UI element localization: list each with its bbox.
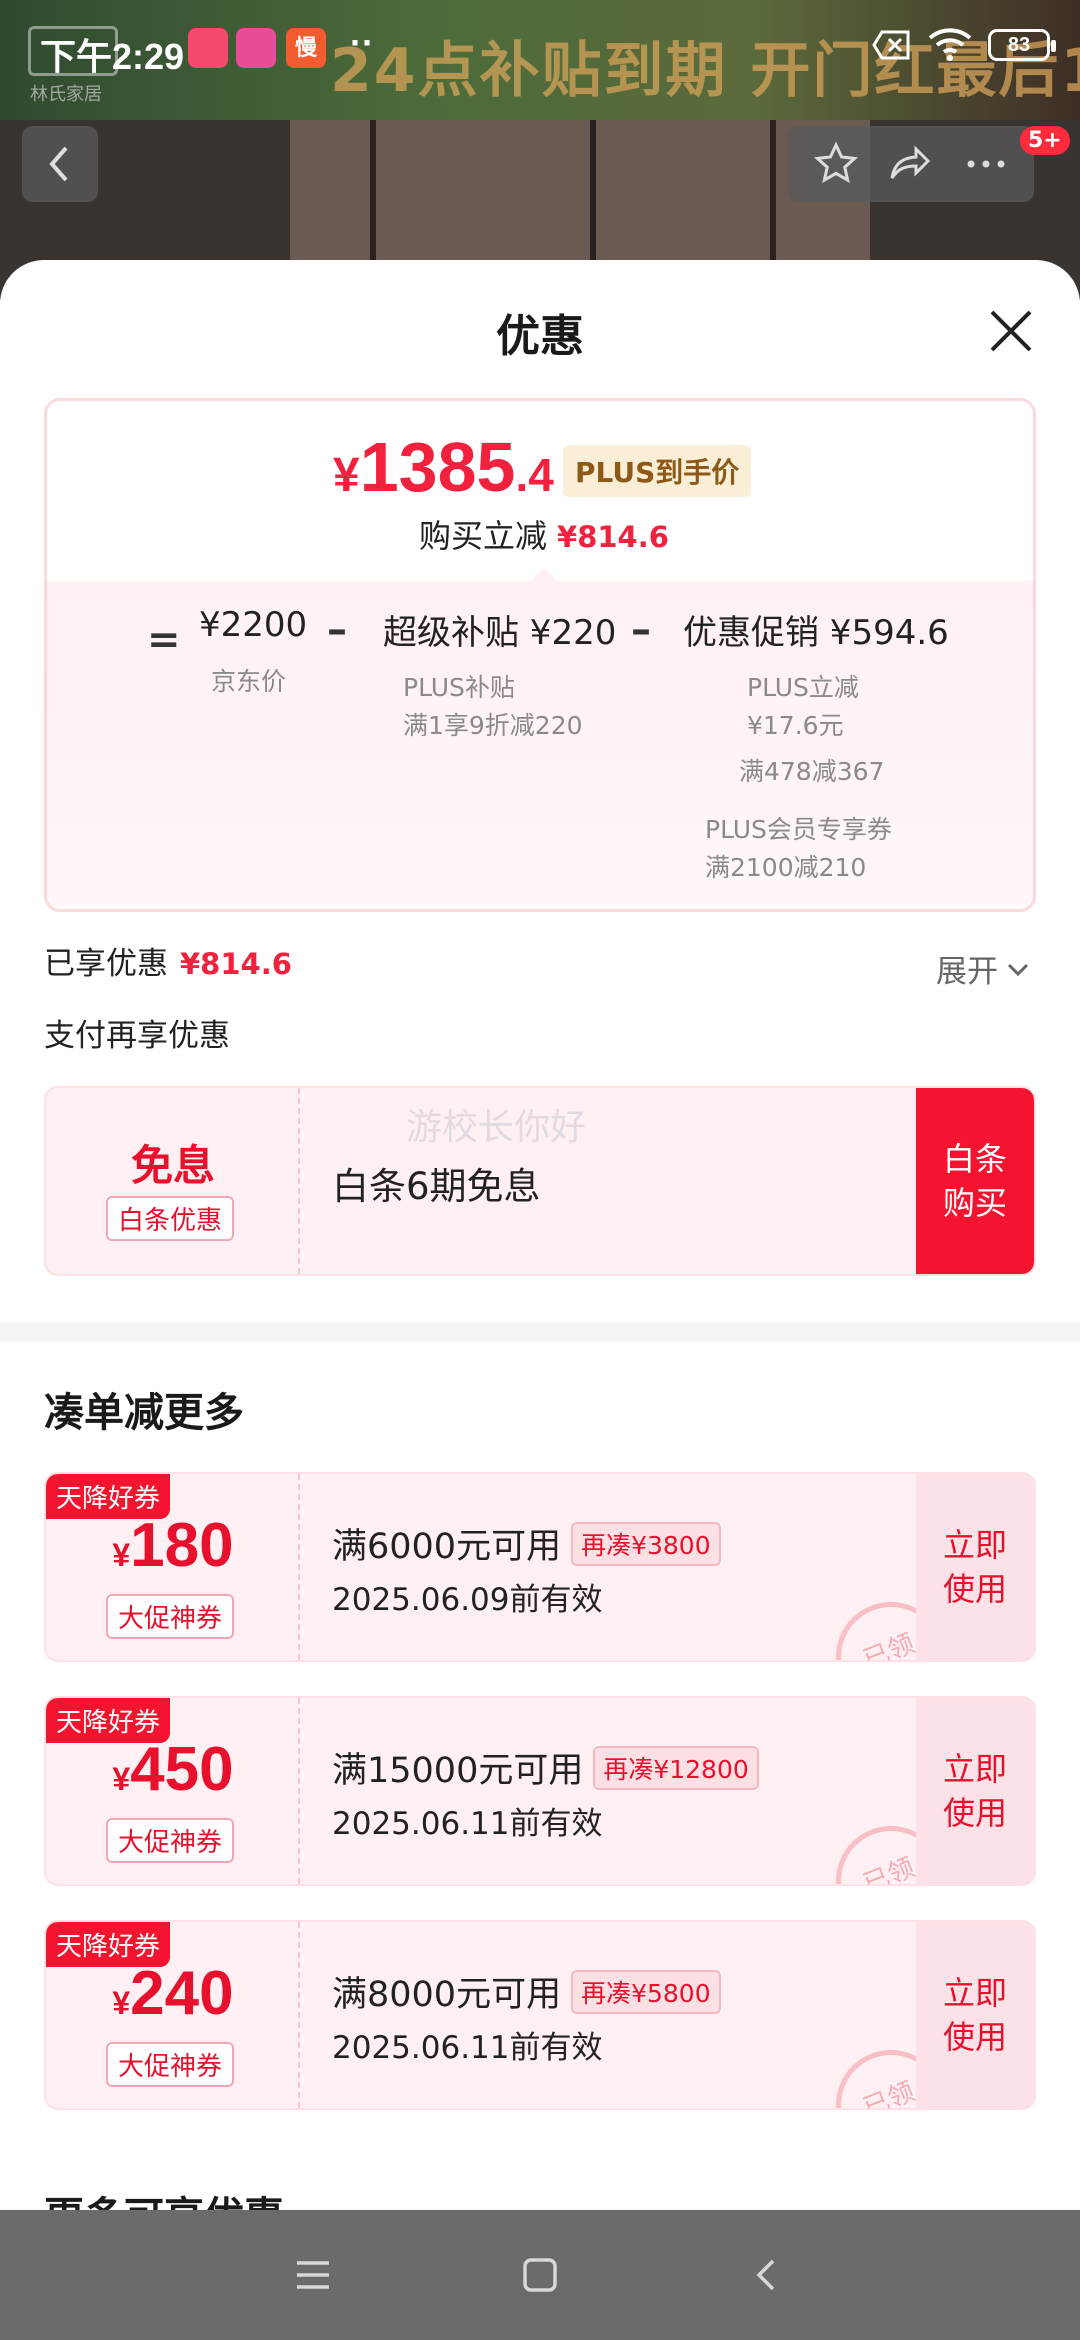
system-nav-bar xyxy=(0,2210,1080,2340)
section-title: 凑单减更多 xyxy=(44,1390,244,1436)
coupon-validity: 2025.06.11前有效 xyxy=(332,1806,603,1842)
promo-discount: 优惠促销 ¥594.6 xyxy=(683,613,949,653)
menu-icon[interactable] xyxy=(293,2257,333,2293)
price-breakdown-card: ¥1385.4 PLUS到手价 购买立减 ¥814.6 = ¥2200 京东价 –… xyxy=(44,398,1036,912)
minus-sign-2: – xyxy=(631,607,651,653)
promo-detail-3: 满478减367 xyxy=(739,757,885,786)
use-coupon-button[interactable]: 立即使用 xyxy=(916,1474,1034,1660)
use-coupon-button[interactable]: 立即使用 xyxy=(916,1922,1034,2108)
instant-cut: 购买立减 ¥814.6 xyxy=(419,517,669,555)
promo-detail-4: PLUS会员专享券 xyxy=(705,815,892,844)
baitiao-buy-button[interactable]: 白条购买 xyxy=(916,1088,1034,1274)
back-icon[interactable] xyxy=(747,2255,787,2295)
more-discounts-title: 更多可享优惠 xyxy=(44,2184,284,2210)
watermark: 游校长你好 xyxy=(406,1107,587,1148)
subsidy-detail-2: 满1享9折减220 xyxy=(403,711,583,740)
use-coupon-button[interactable]: 立即使用 xyxy=(916,1698,1034,1884)
jd-price: ¥2200 xyxy=(199,605,308,645)
share-icon[interactable] xyxy=(888,141,934,187)
coupon-card: 天降好券 ¥180 大促神券 满6000元可用 再凑¥3800 2025.06.0… xyxy=(44,1472,1036,1662)
promo-detail-2: ¥17.6元 xyxy=(747,711,844,740)
app-icon-1 xyxy=(188,28,228,68)
chevron-down-icon xyxy=(1007,963,1029,976)
coupon-condition: 满6000元可用 再凑¥3800 xyxy=(332,1518,721,1569)
battery-indicator: 83 xyxy=(988,29,1056,61)
coupon-condition: 满8000元可用 再凑¥5800 xyxy=(332,1966,721,2017)
pay-more-title: 支付再享优惠 xyxy=(44,1018,230,1054)
coupon-tag: 大促神券 xyxy=(106,2042,235,2087)
close-icon[interactable] xyxy=(986,306,1036,356)
baitiao-offer-text: 白条6期免息 xyxy=(332,1165,541,1208)
jd-price-label: 京东价 xyxy=(211,667,287,696)
baitiao-tag: 白条优惠 xyxy=(106,1196,235,1241)
promo-detail-5: 满2100减210 xyxy=(705,853,867,882)
status-more: ·· xyxy=(350,22,374,63)
coupon-validity: 2025.06.11前有效 xyxy=(332,2030,603,2066)
coupon-tag: 大促神券 xyxy=(106,1818,235,1863)
baitiao-free-label: 免息 xyxy=(130,1141,215,1190)
back-button[interactable] xyxy=(22,126,98,202)
enjoyed-discount: 已享优惠 ¥814.6 xyxy=(44,946,292,982)
chevron-left-icon xyxy=(49,146,68,182)
wifi-icon xyxy=(928,28,972,61)
coupon-validity: 2025.06.09前有效 xyxy=(332,1582,603,1618)
coupon-condition: 满15000元可用 再凑¥12800 xyxy=(332,1742,759,1793)
subsidy-detail-1: PLUS补贴 xyxy=(403,673,515,702)
top-actions xyxy=(788,126,1034,202)
coupon-card: 天降好券 ¥240 大促神券 满8000元可用 再凑¥5800 2025.06.1… xyxy=(44,1920,1036,2110)
sheet-title: 优惠 xyxy=(496,311,584,362)
pointer-notch xyxy=(529,567,559,583)
star-icon[interactable] xyxy=(813,141,859,187)
close-notify-icon xyxy=(872,30,910,60)
app-icon-2 xyxy=(236,28,276,68)
final-price: ¥1385.4 xyxy=(333,428,554,506)
more-icon[interactable] xyxy=(963,141,1009,187)
coupon-amount: ¥240 xyxy=(112,1959,234,2028)
minus-sign-1: – xyxy=(327,607,347,653)
home-icon[interactable] xyxy=(520,2255,560,2295)
status-bar: 下午2:29 慢 ·· 83 xyxy=(0,0,1080,100)
app-icon-3: 慢 xyxy=(286,28,326,68)
discount-sheet: 优惠 ¥1385.4 PLUS到手价 购买立减 ¥814.6 = ¥2200 京东… xyxy=(0,260,1080,2210)
coupon-amount: ¥450 xyxy=(112,1735,234,1804)
baitiao-card: 免息 白条优惠 游校长你好 白条6期免息 白条购买 xyxy=(44,1086,1036,1276)
message-badge: 5+ xyxy=(1020,126,1070,155)
super-subsidy: 超级补贴 ¥220 xyxy=(383,613,617,653)
plus-price-tag: PLUS到手价 xyxy=(563,445,752,497)
status-time: 下午2:29 xyxy=(40,36,185,77)
equals-sign: = xyxy=(147,617,181,663)
expand-button[interactable]: 展开 xyxy=(936,946,1030,991)
promo-detail-1: PLUS立减 xyxy=(747,673,859,702)
coupon-amount: ¥180 xyxy=(112,1511,234,1580)
section-divider xyxy=(0,1322,1080,1342)
coupon-tag: 大促神券 xyxy=(106,1594,235,1639)
coupon-card: 天降好券 ¥450 大促神券 满15000元可用 再凑¥12800 2025.06… xyxy=(44,1696,1036,1886)
